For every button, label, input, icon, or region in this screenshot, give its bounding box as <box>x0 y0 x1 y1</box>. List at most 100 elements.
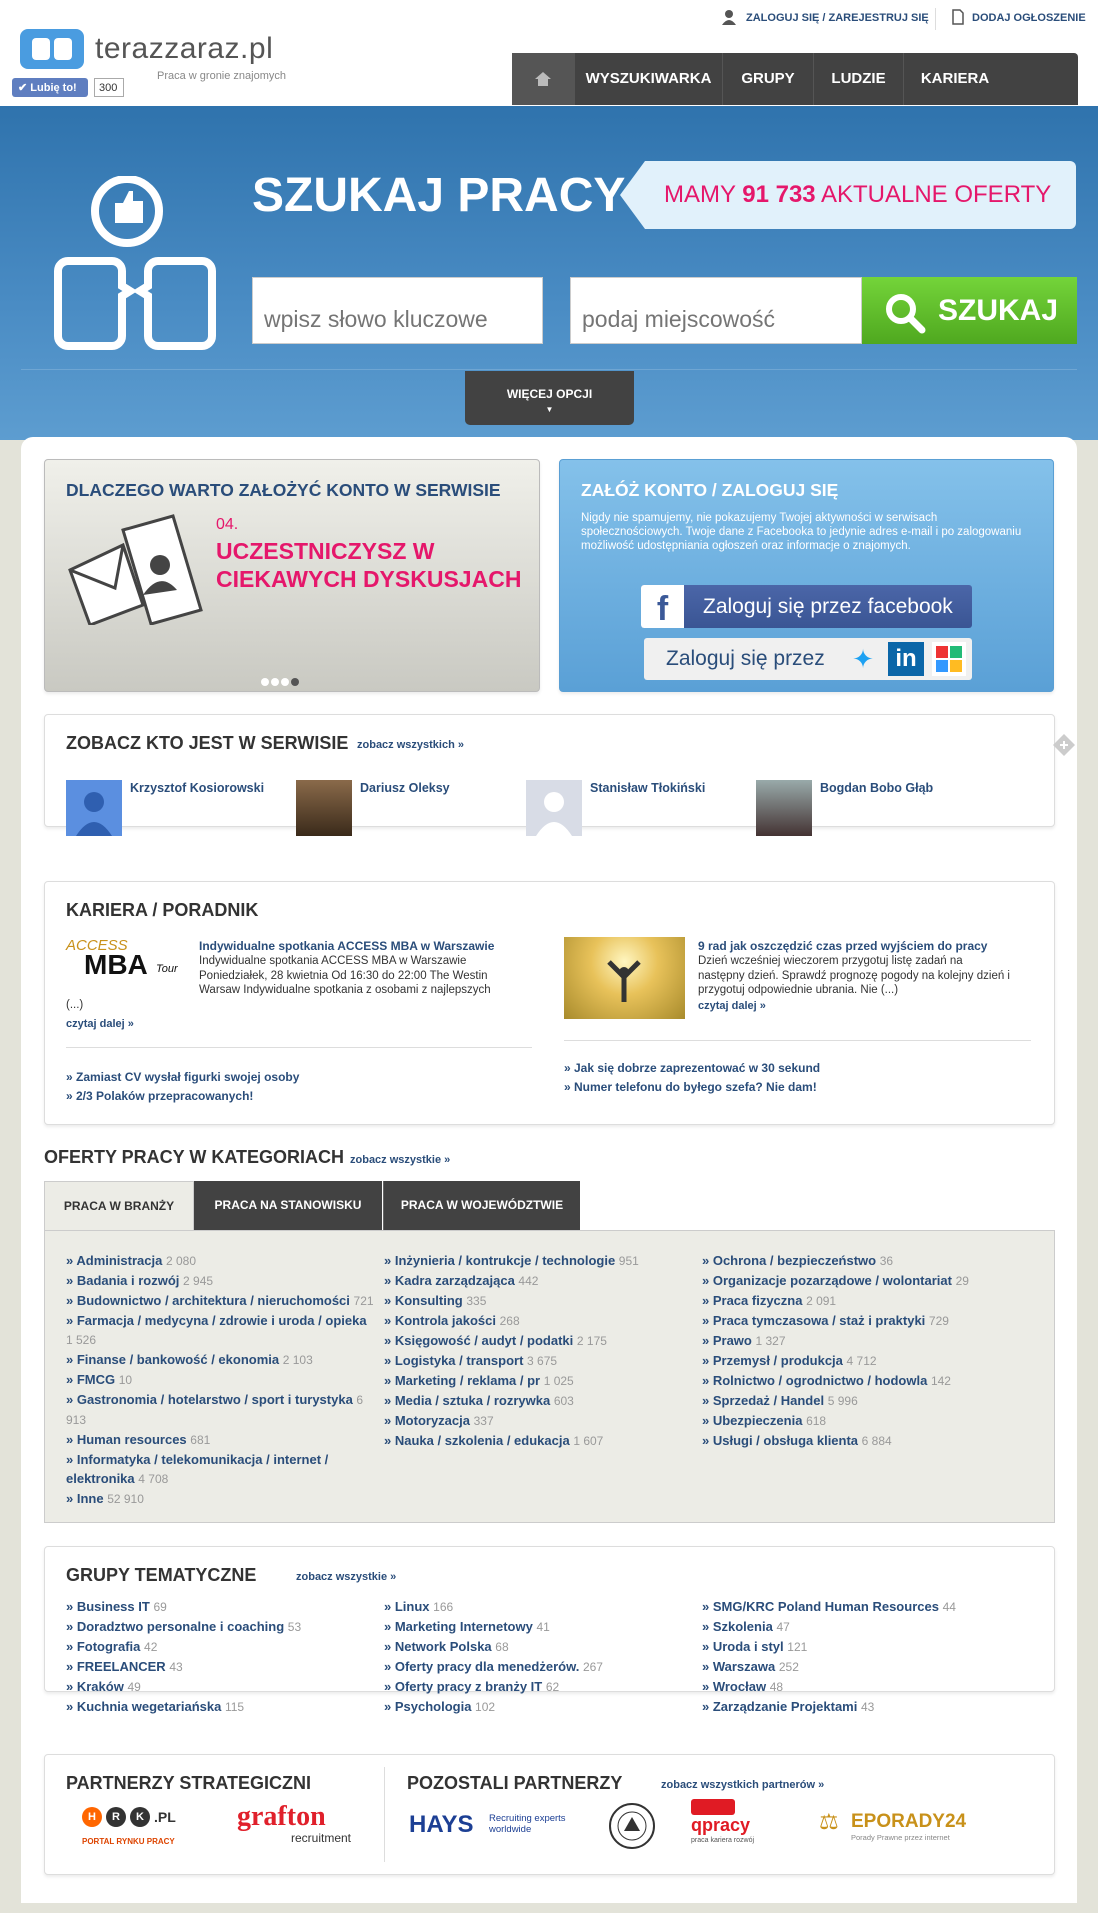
person-item[interactable]: Stanisław Tłokiński <box>526 780 746 836</box>
tab-position[interactable]: PRACA NA STANOWISKU <box>194 1181 382 1230</box>
article-title[interactable]: 9 rad jak oszczędzić czas przed wyjściem… <box>698 939 987 953</box>
article-title[interactable]: Indywidualne spotkania ACCESS MBA w Wars… <box>199 939 494 953</box>
keyword-input[interactable] <box>252 277 543 344</box>
category-link[interactable]: » Linux 166 <box>384 1597 694 1617</box>
person-item[interactable]: Bogdan Bobo Głąb <box>756 780 976 836</box>
category-link[interactable]: » Nauka / szkolenia / edukacja 1 607 <box>384 1431 694 1451</box>
category-link[interactable]: » Media / sztuka / rozrywka 603 <box>384 1391 694 1411</box>
category-link[interactable]: » Kadra zarządzająca 442 <box>384 1271 694 1291</box>
eporady24-logo[interactable]: ⚖ EPORADY24 Porady Prawne przez internet <box>819 1809 989 1849</box>
category-link[interactable]: » Administracja 2 080 <box>66 1251 376 1271</box>
category-link[interactable]: » Kraków 49 <box>66 1677 376 1697</box>
nav-people[interactable]: LUDZIE <box>813 53 903 105</box>
feedback-icon[interactable] <box>1052 733 1076 760</box>
partners-see-all-link[interactable]: zobacz wszystkich partnerów » <box>661 1779 824 1791</box>
category-link[interactable]: » Informatyka / telekomunikacja / intern… <box>66 1450 376 1489</box>
category-link[interactable]: » Prawo 1 327 <box>702 1331 1032 1351</box>
linkedin-icon[interactable]: in <box>888 642 924 676</box>
grafton-logo[interactable]: grafton recruitment <box>237 1801 367 1847</box>
nav-groups[interactable]: GRUPY <box>722 53 813 105</box>
category-link[interactable]: » Kuchnia wegetariańska 115 <box>66 1697 376 1717</box>
category-link[interactable]: » Business IT 69 <box>66 1597 376 1617</box>
category-link[interactable]: » Marketing Internetowy 41 <box>384 1617 694 1637</box>
category-link[interactable]: » Farmacja / medycyna / zdrowie i uroda … <box>66 1311 376 1350</box>
hrk-logo[interactable]: H R K .PL PORTAL RYNKU PRACY <box>82 1807 222 1847</box>
twitter-icon[interactable]: ✦ <box>845 641 881 677</box>
category-link[interactable]: » Inne 52 910 <box>66 1489 376 1509</box>
offers-see-all-link[interactable]: zobacz wszystkie » <box>350 1154 450 1166</box>
nav-job-search[interactable]: WYSZUKIWARKA OFERT <box>574 53 722 139</box>
login-register-link[interactable]: ZALOGUJ SIĘ / ZAREJESTRUJ SIĘ <box>746 12 929 24</box>
article-image[interactable] <box>564 937 685 1019</box>
logo-icon[interactable] <box>20 29 84 69</box>
category-link[interactable]: » Doradztwo personalne i coaching 53 <box>66 1617 376 1637</box>
slider-dot[interactable] <box>261 678 269 686</box>
category-link[interactable]: » Network Polska 68 <box>384 1637 694 1657</box>
university-seal-icon[interactable] <box>607 1801 657 1854</box>
other-login-button[interactable]: Zaloguj się przez ✦ in <box>644 638 972 680</box>
category-link[interactable]: » Kontrola jakości 268 <box>384 1311 694 1331</box>
nav-home[interactable] <box>512 53 574 105</box>
add-ad-link[interactable]: DODAJ OGŁOSZENIE <box>972 12 1086 24</box>
search-button-label: SZUKAJ <box>938 294 1059 327</box>
category-link[interactable]: » Organizacje pozarządowe / wolontariat … <box>702 1271 1032 1291</box>
category-link[interactable]: » Praca tymczasowa / staż i praktyki 729 <box>702 1311 1032 1331</box>
category-link[interactable]: » Finanse / bankowość / ekonomia 2 103 <box>66 1350 376 1370</box>
site-logo[interactable]: terazzaraz.pl <box>95 32 273 66</box>
career-link[interactable]: » Zamiast CV wysłał figurki swojej osoby <box>66 1070 299 1084</box>
category-link[interactable]: » SMG/KRC Poland Human Resources 44 <box>702 1597 1032 1617</box>
groups-see-all-link[interactable]: zobacz wszystkie » <box>296 1571 396 1583</box>
read-more-link[interactable]: czytaj dalej » <box>698 1000 766 1012</box>
category-link[interactable]: » Sprzedaż / Handel 5 996 <box>702 1391 1032 1411</box>
facebook-login-button[interactable]: f Zaloguj się przez facebook <box>641 585 972 628</box>
category-link[interactable]: » Budownictwo / architektura / nieruchom… <box>66 1291 376 1311</box>
people-see-all-link[interactable]: zobacz wszystkich » <box>357 739 464 751</box>
career-link[interactable]: » 2/3 Polaków przepracowanych! <box>66 1089 253 1103</box>
person-item[interactable]: Krzysztof Kosiorowski <box>66 780 286 836</box>
slider-dot-active[interactable] <box>291 678 299 686</box>
category-link[interactable]: » Wrocław 48 <box>702 1677 1032 1697</box>
fb-like-button[interactable]: ✔ Lubię to! <box>12 78 88 97</box>
category-link[interactable]: » Szkolenia 47 <box>702 1617 1032 1637</box>
category-link[interactable]: » Ubezpieczenia 618 <box>702 1411 1032 1431</box>
category-link[interactable]: » Inżynieria / kontrukcje / technologie … <box>384 1251 694 1271</box>
category-link[interactable]: » Logistyka / transport 3 675 <box>384 1351 694 1371</box>
category-link[interactable]: » Przemysł / produkcja 4 712 <box>702 1351 1032 1371</box>
category-link[interactable]: » Gastronomia / hotelarstwo / sport i tu… <box>66 1390 376 1430</box>
category-link[interactable]: » Oferty pracy dla menedżerów. 267 <box>384 1657 694 1677</box>
search-button[interactable]: SZUKAJ <box>862 277 1077 344</box>
qpracy-logo[interactable]: qpracy praca kariera rozwój <box>691 1799 771 1851</box>
tab-region[interactable]: PRACA W WOJEWÓDZTWIE <box>383 1181 580 1230</box>
category-link[interactable]: » Usługi / obsługa klienta 6 884 <box>702 1431 1032 1451</box>
location-input[interactable] <box>570 277 862 344</box>
category-link[interactable]: » Praca fizyczna 2 091 <box>702 1291 1032 1311</box>
category-link[interactable]: » Uroda i styl 121 <box>702 1637 1032 1657</box>
category-link[interactable]: » Fotografia 42 <box>66 1637 376 1657</box>
category-link[interactable]: » Psychologia 102 <box>384 1697 694 1717</box>
category-link[interactable]: » FMCG 10 <box>66 1370 376 1390</box>
more-options-button[interactable]: WIĘCEJ OPCJI ▼ <box>465 371 634 425</box>
category-link[interactable]: » Oferty pracy z branży IT 62 <box>384 1677 694 1697</box>
category-link[interactable]: » Marketing / reklama / pr 1 025 <box>384 1371 694 1391</box>
career-link[interactable]: » Numer telefonu do byłego szefa? Nie da… <box>564 1080 817 1094</box>
category-link[interactable]: » Zarządzanie Projektami 43 <box>702 1697 1032 1717</box>
category-link[interactable]: » Księgowość / audyt / podatki 2 175 <box>384 1331 694 1351</box>
google-icon[interactable] <box>932 642 966 676</box>
slider-dot[interactable] <box>271 678 279 686</box>
category-link[interactable]: » Rolnictwo / ogrodnictwo / hodowla 142 <box>702 1371 1032 1391</box>
tab-industry[interactable]: PRACA W BRANŻY <box>44 1181 194 1230</box>
career-link[interactable]: » Jak się dobrze zaprezentować w 30 seku… <box>564 1061 820 1075</box>
person-item[interactable]: Dariusz Oleksy <box>296 780 516 836</box>
slider-dot[interactable] <box>281 678 289 686</box>
category-link[interactable]: » Konsulting 335 <box>384 1291 694 1311</box>
hays-logo[interactable]: HAYS Recruiting experts worldwide <box>409 1811 569 1841</box>
read-more-link[interactable]: czytaj dalej » <box>66 1018 134 1030</box>
nav-career[interactable]: KARIERA <box>903 53 1006 105</box>
category-link[interactable]: » FREELANCER 43 <box>66 1657 376 1677</box>
category-link[interactable]: » Warszawa 252 <box>702 1657 1032 1677</box>
category-link[interactable]: » Badania i rozwój 2 945 <box>66 1271 376 1291</box>
category-link[interactable]: » Motoryzacja 337 <box>384 1411 694 1431</box>
category-link[interactable]: » Human resources 681 <box>66 1430 376 1450</box>
category-link[interactable]: » Ochrona / bezpieczeństwo 36 <box>702 1251 1032 1271</box>
category-label: » Szkolenia <box>702 1619 773 1634</box>
